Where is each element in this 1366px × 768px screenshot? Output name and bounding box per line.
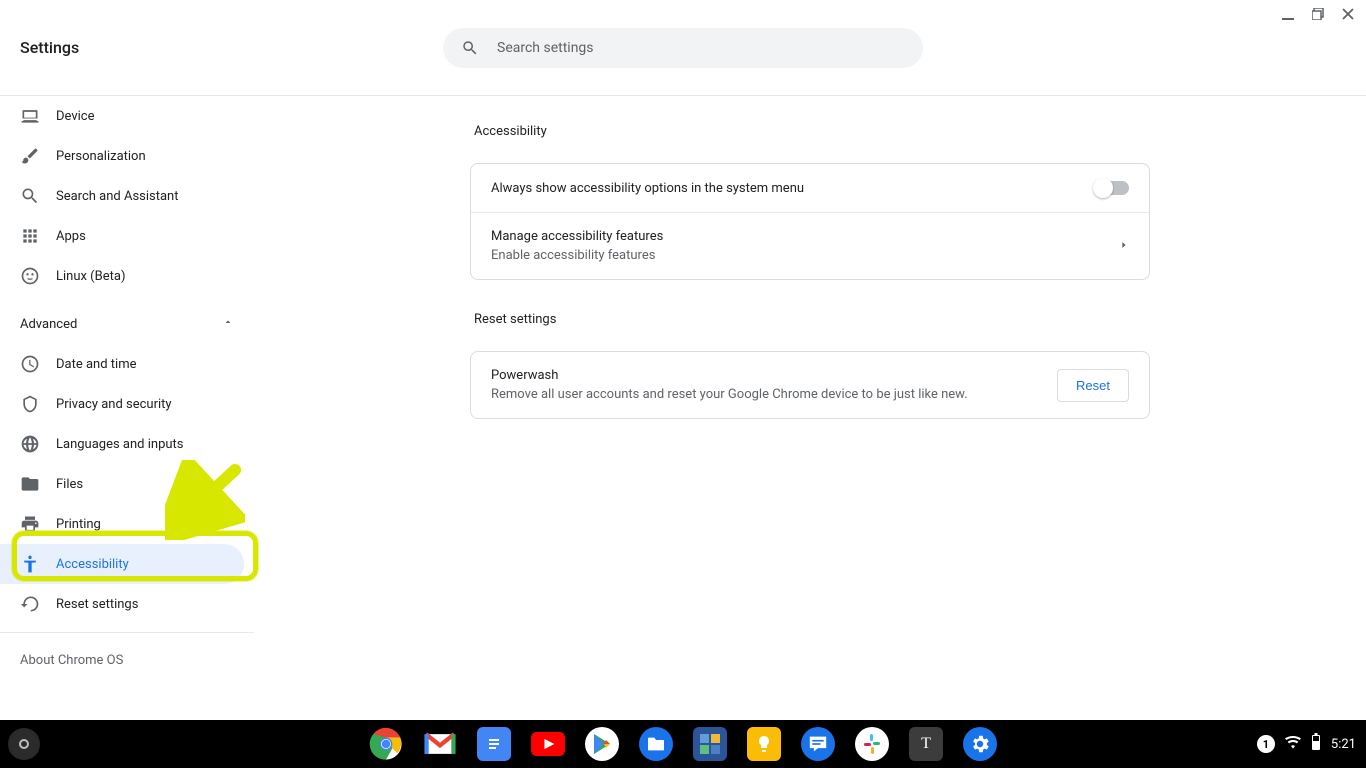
sidebar-about-label: About Chrome OS	[20, 653, 123, 668]
notification-badge: 1	[1257, 735, 1275, 753]
accessibility-toggle-row[interactable]: Always show accessibility options in the…	[471, 164, 1149, 212]
section-title-reset: Reset settings	[474, 312, 1150, 327]
sidebar: Device Personalization Search and Assist…	[0, 96, 254, 720]
globe-icon	[20, 434, 40, 454]
sidebar-item-printing[interactable]: Printing	[0, 504, 254, 544]
page-title: Settings	[20, 38, 79, 57]
powerwash-row: Powerwash Remove all user accounts and r…	[471, 352, 1149, 418]
sidebar-item-device[interactable]: Device	[0, 96, 254, 136]
chevron-up-icon	[222, 316, 234, 332]
header-bar: Settings Search settings	[0, 0, 1366, 96]
sidebar-item-reset-settings[interactable]: Reset settings	[0, 584, 254, 624]
main-content: Accessibility Always show accessibility …	[254, 96, 1366, 720]
shelf-app-docs[interactable]	[477, 727, 511, 761]
manage-accessibility-row[interactable]: Manage accessibility features Enable acc…	[471, 212, 1149, 279]
sidebar-item-privacy-security[interactable]: Privacy and security	[0, 384, 254, 424]
shelf-apps: T	[369, 727, 997, 761]
sidebar-item-label: Files	[56, 477, 83, 492]
sidebar-item-search-assistant[interactable]: Search and Assistant	[0, 176, 254, 216]
launcher-icon	[19, 739, 29, 749]
shelf-app-calculator[interactable]	[693, 727, 727, 761]
sidebar-item-label: Languages and inputs	[56, 437, 184, 452]
shelf-app-gmail[interactable]	[423, 727, 457, 761]
wifi-icon	[1285, 735, 1301, 753]
sidebar-item-languages-inputs[interactable]: Languages and inputs	[0, 424, 254, 464]
powerwash-label: Powerwash	[491, 368, 1057, 383]
sidebar-item-files[interactable]: Files	[0, 464, 254, 504]
battery-icon	[1311, 733, 1321, 755]
sidebar-advanced-toggle[interactable]: Advanced	[0, 304, 254, 344]
laptop-icon	[20, 106, 40, 126]
apps-grid-icon	[20, 226, 40, 246]
sidebar-item-label: Linux (Beta)	[56, 269, 125, 284]
status-time: 5:21	[1331, 737, 1356, 752]
sidebar-divider	[0, 632, 254, 633]
accessibility-toggle-label: Always show accessibility options in the…	[491, 181, 1095, 196]
restore-icon	[20, 594, 40, 614]
sidebar-item-apps[interactable]: Apps	[0, 216, 254, 256]
sidebar-item-label: Personalization	[56, 149, 146, 164]
reset-button[interactable]: Reset	[1057, 369, 1129, 402]
shelf-app-slack[interactable]	[855, 727, 889, 761]
sidebar-item-label: Search and Assistant	[56, 189, 179, 204]
sidebar-item-date-time[interactable]: Date and time	[0, 344, 254, 384]
sidebar-item-label: Date and time	[56, 357, 137, 372]
manage-accessibility-label: Manage accessibility features	[491, 229, 1119, 244]
sidebar-item-label: Reset settings	[56, 597, 138, 612]
section-title-accessibility: Accessibility	[474, 124, 1150, 139]
reset-card: Powerwash Remove all user accounts and r…	[470, 351, 1150, 419]
search-placeholder: Search settings	[497, 40, 594, 56]
sidebar-item-label: Apps	[56, 229, 86, 244]
shelf-app-play[interactable]	[585, 727, 619, 761]
shelf: T 1 5:21	[0, 720, 1366, 768]
sidebar-advanced-label: Advanced	[20, 317, 77, 332]
shield-icon	[20, 394, 40, 414]
search-icon	[461, 39, 479, 57]
shelf-app-keep[interactable]	[747, 727, 781, 761]
chevron-right-icon	[1119, 239, 1129, 254]
sidebar-item-label: Printing	[56, 517, 101, 532]
print-icon	[20, 514, 40, 534]
sidebar-item-accessibility[interactable]: Accessibility	[0, 544, 244, 584]
shelf-app-terminal[interactable]: T	[909, 727, 943, 761]
sidebar-about[interactable]: About Chrome OS	[0, 641, 254, 680]
shelf-app-chrome[interactable]	[369, 727, 403, 761]
linux-icon	[20, 266, 40, 286]
accessibility-toggle[interactable]	[1095, 181, 1129, 195]
sidebar-item-label: Privacy and security	[56, 397, 172, 412]
sidebar-item-label: Accessibility	[56, 557, 129, 572]
search-input[interactable]: Search settings	[443, 28, 923, 68]
accessibility-icon	[20, 554, 40, 574]
shelf-app-settings[interactable]	[963, 727, 997, 761]
sidebar-item-linux[interactable]: Linux (Beta)	[0, 256, 254, 296]
manage-accessibility-sub: Enable accessibility features	[491, 248, 1119, 263]
status-tray[interactable]: 1 5:21	[1257, 733, 1356, 755]
shelf-app-youtube[interactable]	[531, 727, 565, 761]
brush-icon	[20, 146, 40, 166]
search-icon	[20, 186, 40, 206]
clock-icon	[20, 354, 40, 374]
accessibility-card: Always show accessibility options in the…	[470, 163, 1150, 280]
launcher-button[interactable]	[8, 728, 40, 760]
toggle-knob	[1093, 178, 1113, 198]
powerwash-sub: Remove all user accounts and reset your …	[491, 387, 1057, 402]
sidebar-item-label: Device	[56, 109, 95, 124]
folder-icon	[20, 474, 40, 494]
sidebar-item-personalization[interactable]: Personalization	[0, 136, 254, 176]
shelf-app-messages[interactable]	[801, 727, 835, 761]
shelf-app-files[interactable]	[639, 727, 673, 761]
